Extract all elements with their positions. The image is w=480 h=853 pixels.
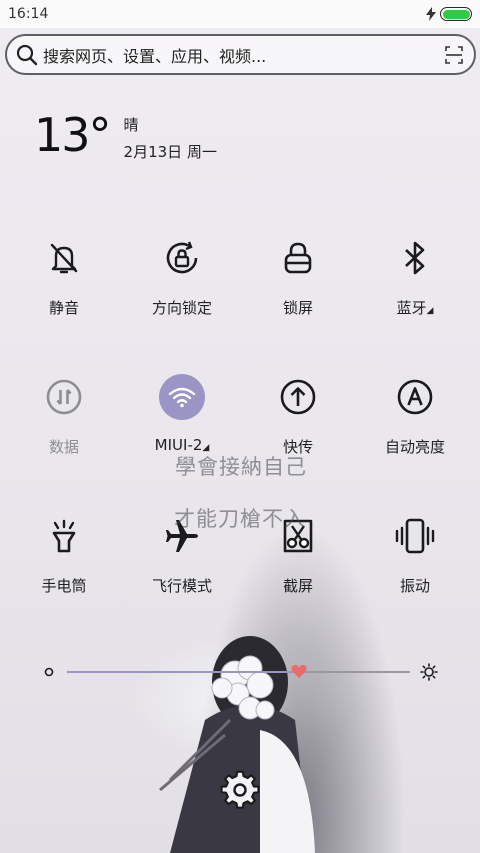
search-placeholder: 搜索网页、设置、应用、视频... [43,46,267,66]
toggle-label: 静音 [48,299,79,317]
status-bar: 16:14 [0,0,480,28]
bolt-icon [426,7,436,21]
toggle-label: 蓝牙◢ [397,297,434,318]
brightness-low-icon [44,667,54,677]
toggle-label: 自动亮度 [384,438,445,456]
toggle-lock-screen[interactable]: 锁屏 [238,234,358,334]
battery-level [442,9,470,19]
toggle-label: 方向锁定 [151,299,212,317]
toggle-auto-brightness[interactable]: 自动亮度 [355,373,475,473]
clock: 16:14 [8,6,49,22]
weather-info: 晴 2月13日 周一 [124,114,217,162]
upload-icon [274,373,322,421]
toggle-label: 振动 [399,577,430,595]
search-bar[interactable]: 搜索网页、设置、应用、视频... [5,34,476,75]
status-icons [426,7,472,21]
toggle-rotation-lock[interactable]: 方向锁定 [122,234,242,334]
toggle-label: 截屏 [282,577,313,595]
toggle-label: 数据 [48,438,79,456]
bell-off-icon [40,234,88,282]
search-icon [16,44,38,65]
bluetooth-icon [391,234,439,282]
temperature: 13° [34,108,112,162]
rotation-lock-icon [158,234,206,282]
lock-icon [274,234,322,282]
menu-marker: ◢ [426,306,434,316]
wifi-icon [158,373,206,421]
toggle-label: 锁屏 [282,299,313,317]
toggle-silent[interactable]: 静音 [4,234,124,334]
brightness-slider[interactable] [40,660,440,684]
wifi-active-bg [159,374,205,420]
vibrate-icon [391,512,439,560]
auto-brightness-icon [391,373,439,421]
battery-icon [440,7,472,21]
toggle-label: 手电筒 [41,577,87,595]
toggle-mobile-data[interactable]: 数据 [4,373,124,473]
weather-widget[interactable]: 13° 晴 2月13日 周一 [34,108,217,162]
brightness-high-icon [420,663,438,681]
toggle-bluetooth[interactable]: 蓝牙◢ [355,234,475,334]
toggle-label: 飞行模式 [151,577,212,595]
weather-condition: 晴 [123,116,139,134]
brightness-thumb [291,665,307,678]
flashlight-icon [40,512,88,560]
wallpaper-text-line2: 才能刀槍不入 [174,507,306,531]
settings-gear-icon[interactable] [218,768,262,812]
mobile-data-icon [40,373,88,421]
wallpaper-text-line1: 學會接納自己 [175,455,307,479]
toggle-flashlight[interactable]: 手电筒 [4,512,124,612]
toggle-label-text: 蓝牙 [396,299,427,317]
toggle-vibrate[interactable]: 振动 [355,512,475,612]
weather-date: 2月13日 周一 [123,143,217,161]
scan-icon[interactable] [444,45,464,65]
brightness-track [44,663,438,681]
